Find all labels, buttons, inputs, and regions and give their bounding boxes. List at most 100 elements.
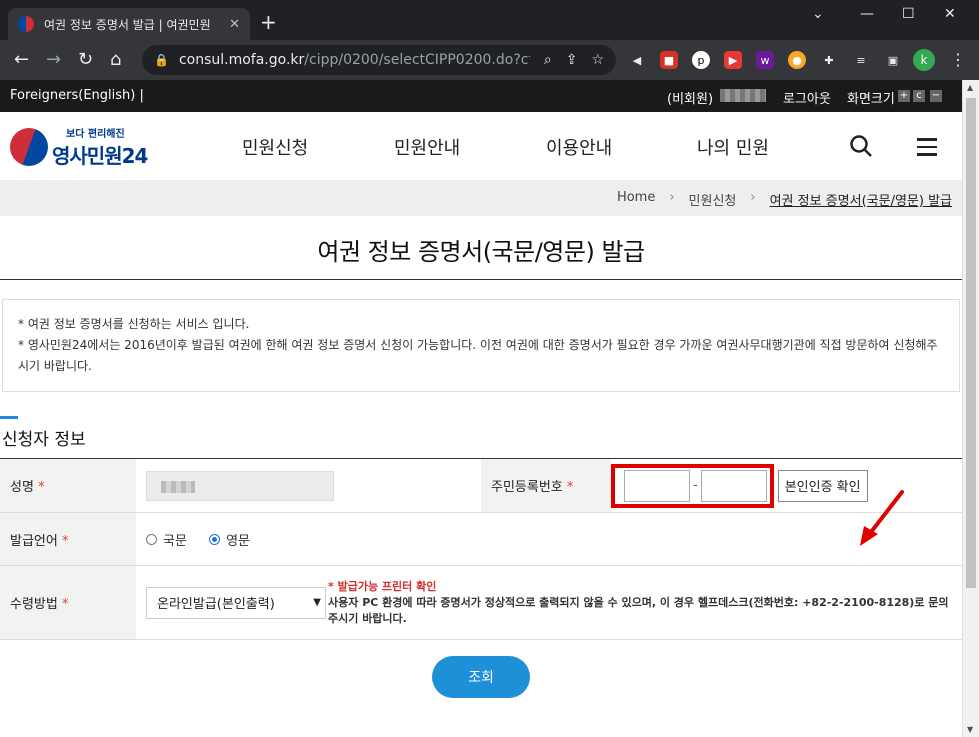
site-favicon-icon	[18, 16, 34, 32]
blurred-username	[720, 89, 766, 102]
method-label: 수령방법	[10, 597, 58, 612]
browser-tab-active[interactable]: 여권 정보 증명서 발급 | 여권민원 ✕	[8, 8, 250, 40]
minimize-icon[interactable]: —	[860, 6, 874, 22]
scroll-down-icon[interactable]: ▼	[967, 725, 973, 734]
method-description: * 발급가능 프린터 확인 사용자 PC 환경에 따라 증명서가 정상적으로 출…	[328, 579, 952, 627]
dropdown-arrow-icon[interactable]: ▼	[313, 597, 321, 608]
breadcrumb: Home › 민원신청 › 여권 정보 증명서(국문/영문) 발급	[0, 180, 962, 216]
radio-korean-label: 국문	[163, 530, 187, 549]
required-mark: *	[38, 480, 45, 495]
zoom-out-button[interactable]: −	[930, 90, 942, 102]
rrn-dash: -	[693, 478, 698, 493]
back-icon[interactable]: ←	[14, 50, 29, 70]
name-label-cell: 성명 *	[0, 459, 136, 513]
name-value-cell	[136, 459, 481, 513]
notice-box: * 여권 정보 증명서를 신청하는 서비스 입니다. * 영사민원24에서는 2…	[2, 299, 960, 392]
breadcrumb-current[interactable]: 여권 정보 증명서(국문/영문) 발급	[770, 190, 952, 209]
page-title-area: 여권 정보 증명서(국문/영문) 발급	[0, 216, 962, 280]
lock-icon[interactable]: 🔒	[154, 53, 169, 67]
breadcrumb-separator: ›	[750, 190, 755, 209]
reading-list-icon[interactable]: ≡	[852, 51, 870, 69]
page-scrollbar[interactable]: ▲ ▼	[962, 80, 979, 737]
nav-usage[interactable]: 이용안내	[546, 134, 612, 160]
extension-media-icon[interactable]: ▶	[724, 51, 742, 69]
url-path: /cipp/0200/selectCIPP0200.do?cff...	[304, 52, 530, 68]
method-label-cell: 수령방법 *	[0, 566, 136, 640]
required-mark: *	[567, 480, 574, 495]
nav-my-requests[interactable]: 나의 민원	[697, 134, 769, 160]
extension-lock-icon[interactable]: ■	[660, 51, 678, 69]
rrn-first-input[interactable]	[624, 470, 690, 502]
share-icon[interactable]: ⇪	[566, 52, 578, 68]
radio-checked-icon[interactable]	[209, 534, 220, 545]
forward-icon[interactable]: →	[46, 50, 61, 70]
lang-label: 발급언어	[10, 534, 58, 549]
profile-avatar[interactable]: k	[913, 49, 935, 71]
name-label: 성명	[10, 480, 34, 495]
receipt-method-value: 온라인발급(본인출력)	[157, 593, 275, 612]
identity-verify-button[interactable]: 본인인증 확인	[778, 470, 868, 502]
nav-guide[interactable]: 민원안내	[394, 134, 460, 160]
search-submit-button[interactable]: 조회	[432, 656, 530, 698]
page-viewport: Foreigners(English) | (비회원) 로그아웃 화면크기 + …	[0, 80, 962, 737]
extension-p-icon[interactable]: p	[692, 51, 710, 69]
extensions-puzzle-icon[interactable]: ✚	[820, 51, 838, 69]
bookmark-star-icon[interactable]: ☆	[591, 52, 604, 68]
address-bar[interactable]: 🔒 consul.mofa.go.kr/cipp/0200/selectCIPP…	[142, 45, 616, 75]
browser-menu-icon[interactable]: ⋮	[950, 50, 966, 69]
rrn-label: 주민등록번호	[491, 480, 563, 495]
radio-english-label: 영문	[226, 530, 250, 549]
site-logo[interactable]: 보다 편리해진 영사민원24	[10, 125, 147, 169]
applicant-form: 성명 * 주민등록번호 * - 본인인증 확인 발급언어 * 국문	[0, 458, 962, 640]
breadcrumb-home[interactable]: Home	[617, 190, 655, 209]
required-mark: *	[62, 534, 69, 549]
receipt-method-select[interactable]: 온라인발급(본인출력) ▼	[146, 587, 326, 619]
notice-line-2: * 영사민원24에서는 2016년이후 발급된 여권에 한해 여권 정보 증명서…	[18, 335, 944, 377]
zoom-lens-icon[interactable]: ⌕	[544, 52, 552, 68]
annotation-arrow-icon	[856, 488, 908, 548]
home-icon[interactable]: ⌂	[110, 50, 121, 70]
extension-globe-icon[interactable]: ●	[788, 51, 806, 69]
side-panel-icon[interactable]: ▣	[884, 51, 902, 69]
url-text: consul.mofa.go.kr/cipp/0200/selectCIPP02…	[179, 52, 530, 68]
name-field	[146, 471, 334, 501]
lang-label-cell: 발급언어 *	[0, 513, 136, 566]
lang-options-cell: 국문 영문	[136, 513, 962, 566]
logout-link[interactable]: 로그아웃	[783, 88, 831, 107]
browser-toolbar: ← → ↻ ⌂ 🔒 consul.mofa.go.kr/cipp/0200/se…	[0, 40, 979, 80]
speaker-icon[interactable]: ◀	[628, 51, 646, 69]
close-tab-icon[interactable]: ✕	[229, 17, 240, 32]
utility-bar: Foreigners(English) | (비회원) 로그아웃 화면크기 + …	[0, 80, 962, 112]
page-title: 여권 정보 증명서(국문/영문) 발급	[0, 216, 962, 267]
foreigners-english-link[interactable]: Foreigners(English) |	[10, 88, 144, 103]
rrn-value-cell: - 본인인증 확인	[611, 459, 962, 513]
nav-apply[interactable]: 민원신청	[242, 134, 308, 160]
hamburger-menu-icon[interactable]	[917, 138, 937, 161]
tab-search-icon[interactable]: ⌄	[812, 6, 824, 22]
extension-w-icon[interactable]: w	[756, 51, 774, 69]
scroll-up-icon[interactable]: ▲	[967, 83, 973, 92]
zoom-reset-button[interactable]: c	[913, 90, 925, 102]
radio-english[interactable]: 영문	[209, 530, 250, 549]
logo-tagline: 보다 편리해진	[66, 125, 147, 140]
reload-icon[interactable]: ↻	[78, 50, 93, 70]
maximize-icon[interactable]: ☐	[902, 6, 915, 22]
section-title: 신청자 정보	[2, 425, 86, 450]
printer-check-link[interactable]: * 발급가능 프린터 확인	[328, 579, 952, 595]
annotation-highlight-box: -	[611, 464, 774, 508]
breadcrumb-level1[interactable]: 민원신청	[689, 190, 737, 209]
search-icon[interactable]	[849, 134, 873, 162]
close-window-icon[interactable]: ✕	[944, 6, 956, 22]
scrollbar-thumb[interactable]	[966, 98, 976, 588]
zoom-in-button[interactable]: +	[898, 90, 910, 102]
section-accent-bar	[0, 416, 18, 419]
main-header: 보다 편리해진 영사민원24 민원신청 민원안내 이용안내 나의 민원	[0, 112, 962, 180]
radio-circle-icon[interactable]	[146, 534, 157, 545]
logo-text: 영사민원24	[52, 140, 147, 169]
new-tab-icon[interactable]: +	[260, 12, 277, 32]
method-note: 사용자 PC 환경에 따라 증명서가 정상적으로 출력되지 않을 수 있으며, …	[328, 595, 952, 627]
zoom-label: 화면크기	[847, 88, 895, 107]
rrn-second-input[interactable]	[701, 470, 767, 502]
blurred-name	[161, 481, 195, 493]
radio-korean[interactable]: 국문	[146, 530, 187, 549]
